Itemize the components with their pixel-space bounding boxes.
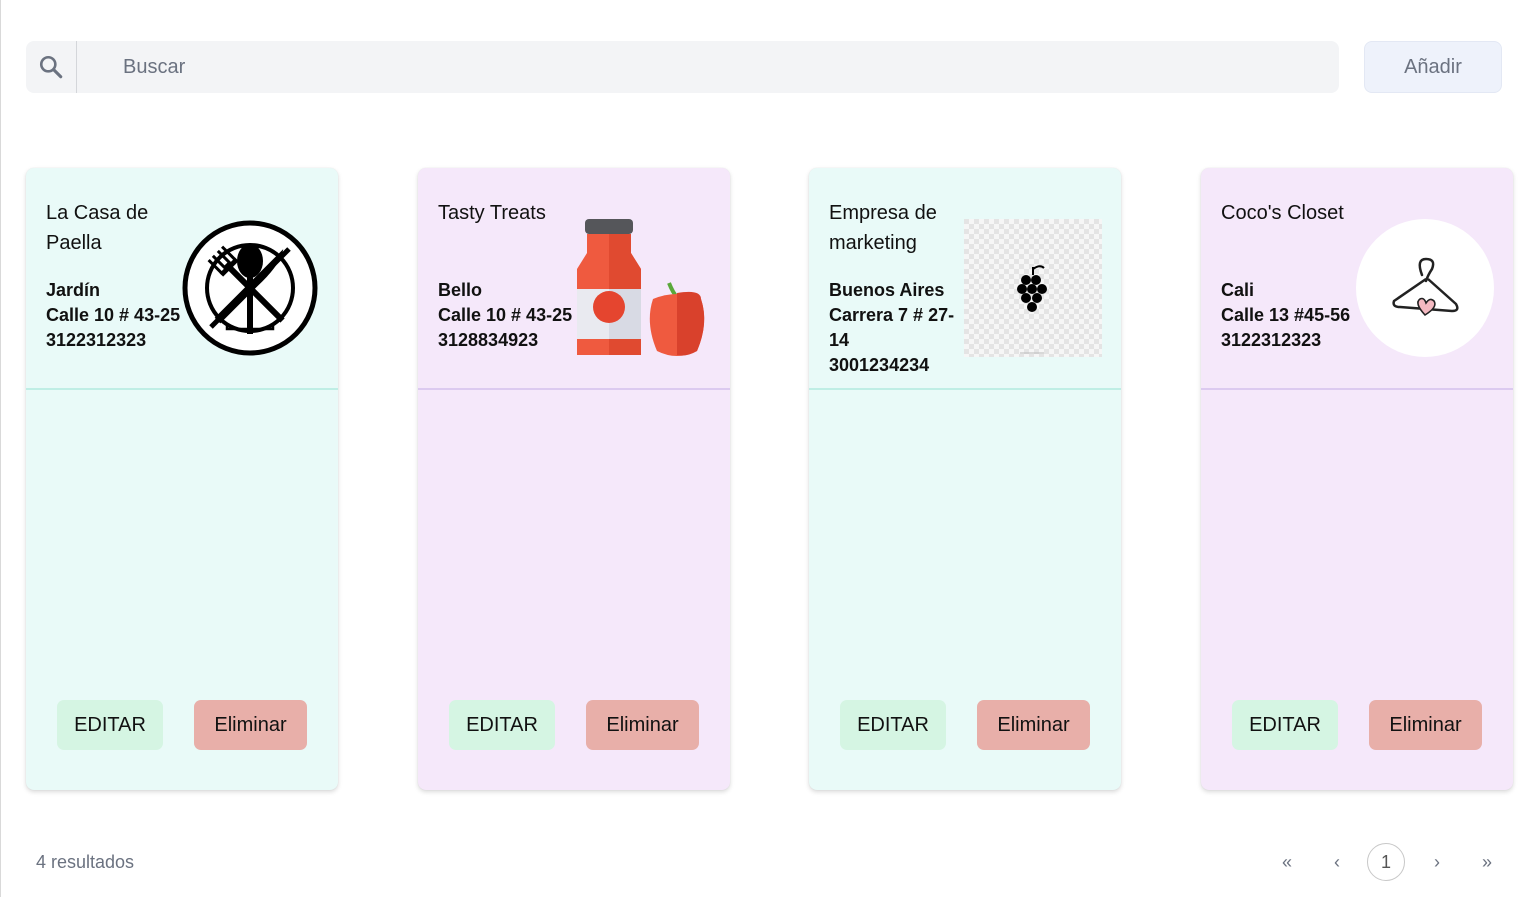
- company-card: La Casa de Paella Jardín Calle 10 # 43-2…: [26, 168, 338, 790]
- company-name: Tasty Treats: [438, 202, 546, 224]
- company-name: Empresa de marketing: [829, 202, 937, 254]
- company-name: La Casa de Paella: [46, 202, 149, 254]
- hanger-heart-icon: [1356, 219, 1494, 357]
- company-card: Empresa de marketing Buenos Aires Carrer…: [809, 168, 1121, 790]
- pagination-first-button[interactable]: «: [1277, 849, 1297, 875]
- company-phone: 3001234234: [829, 355, 930, 375]
- company-phone: 3128834923: [438, 330, 539, 350]
- company-city: Cali: [1221, 280, 1255, 300]
- edit-button[interactable]: EDITAR: [1232, 700, 1338, 750]
- company-city: Buenos Aires: [829, 280, 945, 300]
- company-city: Bello: [438, 280, 483, 300]
- grapes-icon: [964, 219, 1102, 357]
- search-icon[interactable]: [38, 54, 64, 80]
- company-card: Coco's Closet Cali Calle 13 #45-56 31223…: [1201, 168, 1513, 790]
- company-address: Calle 10 # 43-25: [46, 305, 181, 325]
- company-address: Carrera 7 # 27-14: [829, 305, 955, 350]
- sauce-bottle-pepper-icon: [577, 219, 705, 356]
- company-info: Jardín Calle 10 # 43-25 3122312323: [46, 278, 181, 353]
- restaurant-utensils-icon: [182, 220, 318, 356]
- company-name: Coco's Closet: [1221, 202, 1344, 224]
- edit-button[interactable]: EDITAR: [57, 700, 163, 750]
- delete-button[interactable]: Eliminar: [194, 700, 307, 750]
- company-info: Buenos Aires Carrera 7 # 27-14 300123423…: [829, 278, 964, 378]
- pagination-prev-button[interactable]: ‹: [1327, 849, 1347, 875]
- edit-button[interactable]: EDITAR: [449, 700, 555, 750]
- card-divider: [418, 388, 730, 390]
- add-button[interactable]: Añadir: [1364, 41, 1502, 93]
- delete-button[interactable]: Eliminar: [977, 700, 1090, 750]
- card-divider: [1201, 388, 1513, 390]
- pagination-last-button[interactable]: »: [1477, 849, 1497, 875]
- page-left-border: [0, 0, 1, 897]
- search-divider: [76, 41, 77, 93]
- company-card: Tasty Treats Bello Calle 10 # 43-25 3128…: [418, 168, 730, 790]
- pagination-next-button[interactable]: ›: [1427, 849, 1447, 875]
- company-address: Calle 10 # 43-25: [438, 305, 573, 325]
- company-phone: 3122312323: [1221, 330, 1322, 350]
- edit-button[interactable]: EDITAR: [840, 700, 946, 750]
- delete-button[interactable]: Eliminar: [586, 700, 699, 750]
- results-count: 4 resultados: [36, 852, 135, 872]
- company-city: Jardín: [46, 280, 101, 300]
- search-bar: [26, 41, 1353, 93]
- search-input[interactable]: [97, 41, 1353, 93]
- company-phone: 3122312323: [46, 330, 147, 350]
- delete-button[interactable]: Eliminar: [1369, 700, 1482, 750]
- pagination-current-page[interactable]: 1: [1367, 843, 1405, 881]
- company-info: Cali Calle 13 #45-56 3122312323: [1221, 278, 1356, 353]
- card-divider: [26, 388, 338, 390]
- card-divider: [809, 388, 1121, 390]
- company-address: Calle 13 #45-56: [1221, 305, 1351, 325]
- company-info: Bello Calle 10 # 43-25 3128834923: [438, 278, 573, 353]
